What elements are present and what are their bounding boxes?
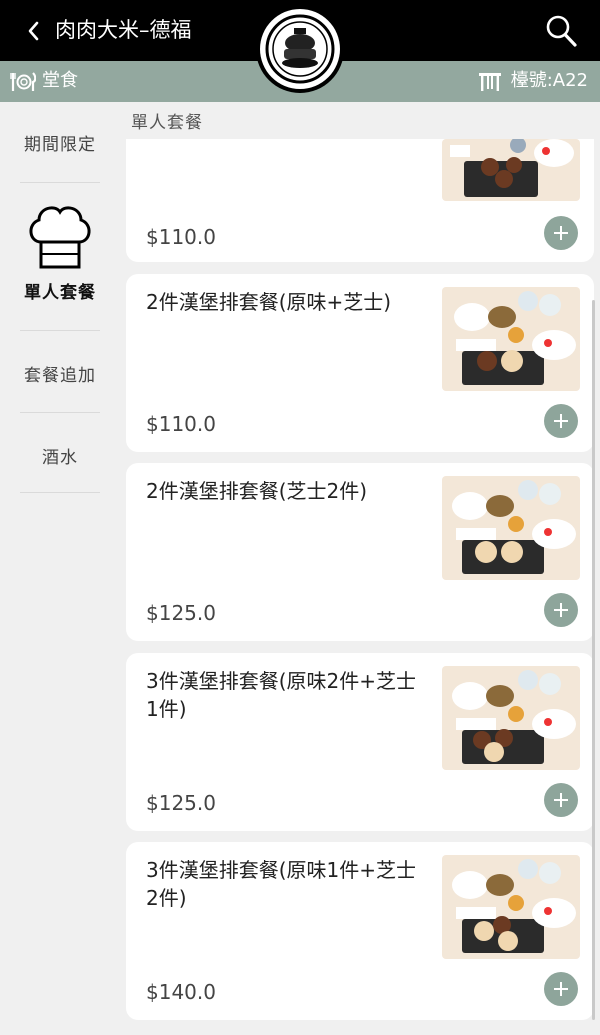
dine-in-label: 堂食 — [42, 70, 78, 91]
category-limited[interactable]: 期間限定 — [20, 130, 100, 155]
item-name: 2件漢堡排套餐(芝士2件) — [146, 479, 368, 503]
add-button[interactable] — [544, 404, 578, 438]
section-title: 單人套餐 — [131, 113, 203, 133]
item-price: $110.0 — [146, 225, 216, 249]
scrollbar[interactable] — [592, 300, 595, 1020]
restaurant-logo — [256, 5, 344, 93]
menu-item-card[interactable]: 2件漢堡排套餐(原味+芝士) $110.0 — [126, 274, 594, 452]
food-image — [442, 666, 580, 770]
menu-item-card[interactable]: 3件漢堡排套餐(原味1件+芝士2件) $140.0 — [126, 842, 594, 1020]
chevron-left-icon[interactable] — [22, 18, 46, 44]
category-drinks[interactable]: 酒水 — [20, 443, 100, 468]
food-image — [442, 855, 580, 959]
item-name: 3件漢堡排套餐(原味1件+芝士2件) — [146, 858, 417, 910]
item-name: 2件漢堡排套餐(原味+芝士) — [146, 290, 392, 314]
food-image — [442, 287, 580, 391]
category-divider — [20, 412, 100, 413]
dining-icon — [10, 72, 36, 91]
category-divider — [20, 492, 100, 493]
search-icon[interactable] — [544, 13, 578, 49]
item-price: $140.0 — [146, 980, 216, 1004]
category-set-addon[interactable]: 套餐追加 — [20, 361, 100, 386]
category-divider — [20, 330, 100, 331]
add-button[interactable] — [544, 593, 578, 627]
shop-title: 肉肉大米–德福 — [55, 18, 192, 42]
food-image — [442, 139, 580, 201]
chef-hat-icon[interactable] — [25, 202, 95, 270]
table-number: 檯號:A22 — [510, 70, 588, 91]
item-price: $125.0 — [146, 601, 216, 625]
item-price: $110.0 — [146, 412, 216, 436]
add-button[interactable] — [544, 972, 578, 1006]
item-price: $125.0 — [146, 791, 216, 815]
add-button[interactable] — [544, 783, 578, 817]
table-icon — [479, 73, 501, 91]
menu-item-card[interactable]: 2件漢堡排套餐(芝士2件) $125.0 — [126, 463, 594, 641]
food-image — [442, 476, 580, 580]
category-divider — [20, 182, 100, 183]
menu-item-card[interactable]: $110.0 — [126, 139, 594, 262]
add-button[interactable] — [544, 216, 578, 250]
category-single-set[interactable]: 單人套餐 — [20, 278, 100, 303]
menu-item-card[interactable]: 3件漢堡排套餐(原味2件+芝士1件) $125.0 — [126, 653, 594, 831]
item-name: 3件漢堡排套餐(原味2件+芝士1件) — [146, 669, 417, 721]
